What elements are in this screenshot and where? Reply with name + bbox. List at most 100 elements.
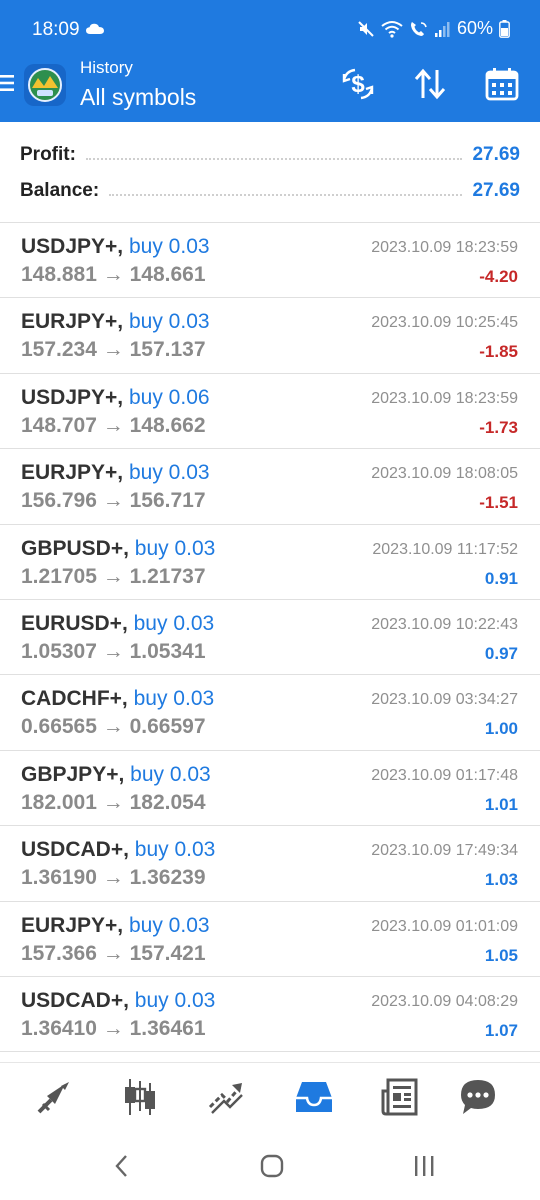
trade-profit: -1.85 [479, 342, 518, 362]
page-title: All symbols [80, 84, 197, 110]
quotes-icon [35, 1078, 73, 1121]
back-chevron-icon [114, 1154, 130, 1183]
trade-row[interactable]: GBPUSD+, buy 0.03 1.21705 → 1.21737 2023… [0, 525, 540, 600]
currency-exchange-icon: $ [340, 66, 376, 107]
app-header: 18:09 60% History All symbols $ [0, 0, 540, 122]
trade-time: 2023.10.09 18:23:59 [371, 389, 518, 407]
price-arrow: → [102, 941, 124, 965]
trade-profit: 0.91 [484, 568, 518, 588]
calendar-icon [485, 67, 519, 106]
sort-button[interactable] [408, 64, 452, 108]
balance-label: Balance: [20, 180, 100, 201]
date-range-button[interactable] [480, 64, 524, 108]
header-subtitle: History [80, 58, 133, 77]
trade-side: buy 0.03 [134, 988, 216, 1012]
nav-news[interactable] [376, 1077, 424, 1121]
trade-time: 2023.10.09 17:49:34 [371, 842, 518, 860]
trade-symbol: USDCAD+, [21, 988, 129, 1012]
trade-profit: 1.00 [484, 719, 518, 739]
open-price: 182.001 [21, 790, 97, 814]
trade-row[interactable]: USDCAD+, buy 0.03 1.36410 → 1.36461 2023… [0, 977, 540, 1053]
trade-time: 2023.10.09 10:25:45 [371, 314, 518, 332]
trade-time: 2023.10.09 18:08:05 [371, 465, 518, 483]
trade-side: buy 0.03 [134, 838, 216, 862]
trade-row[interactable]: USDJPY+, buy 0.03 148.881 → 148.661 2023… [0, 223, 540, 299]
open-price: 1.21705 [21, 564, 97, 588]
trade-row[interactable]: EURJPY+, buy 0.03 157.366 → 157.421 2023… [0, 902, 540, 977]
back-button[interactable] [102, 1150, 142, 1186]
svg-text:$: $ [351, 71, 365, 98]
profit-label: Profit: [20, 144, 76, 165]
nav-quotes[interactable] [30, 1077, 78, 1121]
trade-symbol: EURJPY+, [21, 310, 124, 334]
recents-button[interactable] [404, 1150, 444, 1186]
open-price: 1.36190 [21, 866, 97, 890]
status-icons: 60% [357, 18, 510, 39]
close-price: 1.05341 [129, 639, 206, 663]
trade-symbol: USDJPY+, [21, 385, 124, 409]
open-price: 157.234 [21, 338, 97, 362]
trade-row[interactable]: GBPJPY+, buy 0.03 182.001 → 182.054 2023… [0, 751, 540, 827]
status-time: 18:09 [32, 19, 80, 40]
price-arrow: → [102, 564, 124, 588]
wifi-call-icon [409, 20, 429, 38]
trade-time: 2023.10.09 01:17:48 [371, 766, 518, 784]
nav-chat[interactable] [454, 1077, 502, 1121]
trade-row[interactable]: EURJPY+, buy 0.03 156.796 → 156.717 2023… [0, 449, 540, 525]
trade-time: 2023.10.09 01:01:09 [371, 917, 518, 935]
trade-row[interactable]: USDJPY+, buy 0.06 148.707 → 148.662 2023… [0, 374, 540, 450]
trade-time: 2023.10.09 10:22:43 [371, 615, 518, 633]
trade-row[interactable]: EURJPY+, buy 0.03 157.234 → 157.137 2023… [0, 298, 540, 374]
balance-row: Balance: 27.69 [20, 176, 520, 206]
status-bar: 18:09 60% [0, 0, 540, 60]
cloud-icon [86, 22, 104, 40]
sort-arrows-icon [413, 68, 447, 105]
dotted-leader [109, 194, 463, 196]
price-arrow: → [102, 263, 124, 286]
trade-history-list: USDJPY+, buy 0.03 148.881 → 148.661 2023… [0, 223, 540, 1053]
trade-profit: -1.73 [479, 417, 518, 437]
trade-side: buy 0.03 [128, 461, 210, 485]
home-icon [259, 1153, 285, 1184]
trade-symbol: USDCAD+, [21, 838, 129, 862]
open-price: 148.881 [21, 263, 97, 286]
trade-row[interactable]: USDCAD+, buy 0.03 1.36190 → 1.36239 2023… [0, 826, 540, 902]
nav-history[interactable] [290, 1077, 338, 1121]
trade-symbol: CADCHF+, [21, 687, 128, 711]
nav-chart[interactable] [116, 1077, 164, 1121]
system-navigation-bar [0, 1134, 540, 1200]
recents-icon [412, 1154, 436, 1183]
balance-value: 27.69 [472, 180, 520, 201]
menu-icon[interactable] [0, 72, 14, 99]
trade-row[interactable]: EURUSD+, buy 0.03 1.05307 → 1.05341 2023… [0, 600, 540, 676]
profit-value: 27.69 [472, 144, 520, 165]
price-arrow: → [102, 413, 124, 437]
deposit-withdraw-button[interactable]: $ [336, 64, 380, 108]
trade-side: buy 0.03 [128, 235, 210, 258]
trade-side: buy 0.03 [133, 687, 215, 711]
history-icon [294, 1078, 334, 1121]
account-summary: Profit: 27.69 Balance: 27.69 [0, 122, 540, 223]
mute-icon [357, 20, 375, 38]
home-button[interactable] [252, 1150, 292, 1186]
trade-side: buy 0.03 [128, 913, 210, 937]
price-arrow: → [102, 489, 124, 513]
battery-percent: 60% [456, 18, 493, 38]
nav-trade[interactable] [202, 1077, 250, 1121]
signal-icon [434, 21, 451, 37]
trade-time: 2023.10.09 11:17:52 [372, 540, 518, 558]
trade-symbol: GBPJPY+, [21, 762, 125, 786]
trade-profit: 1.01 [484, 794, 518, 814]
open-price: 1.36410 [21, 1016, 97, 1040]
price-arrow: → [102, 866, 124, 890]
close-price: 182.054 [129, 790, 206, 814]
trade-time: 2023.10.09 18:23:59 [371, 239, 518, 256]
trade-side: buy 0.06 [128, 385, 210, 409]
trade-row[interactable]: CADCHF+, buy 0.03 0.66565 → 0.66597 2023… [0, 675, 540, 751]
profit-row: Profit: 27.69 [20, 140, 520, 170]
trade-symbol: GBPUSD+, [21, 536, 129, 560]
trade-symbol: EURUSD+, [21, 611, 128, 635]
close-price: 148.662 [129, 413, 206, 437]
open-price: 1.05307 [21, 639, 97, 663]
trade-profit: 0.97 [484, 643, 518, 663]
